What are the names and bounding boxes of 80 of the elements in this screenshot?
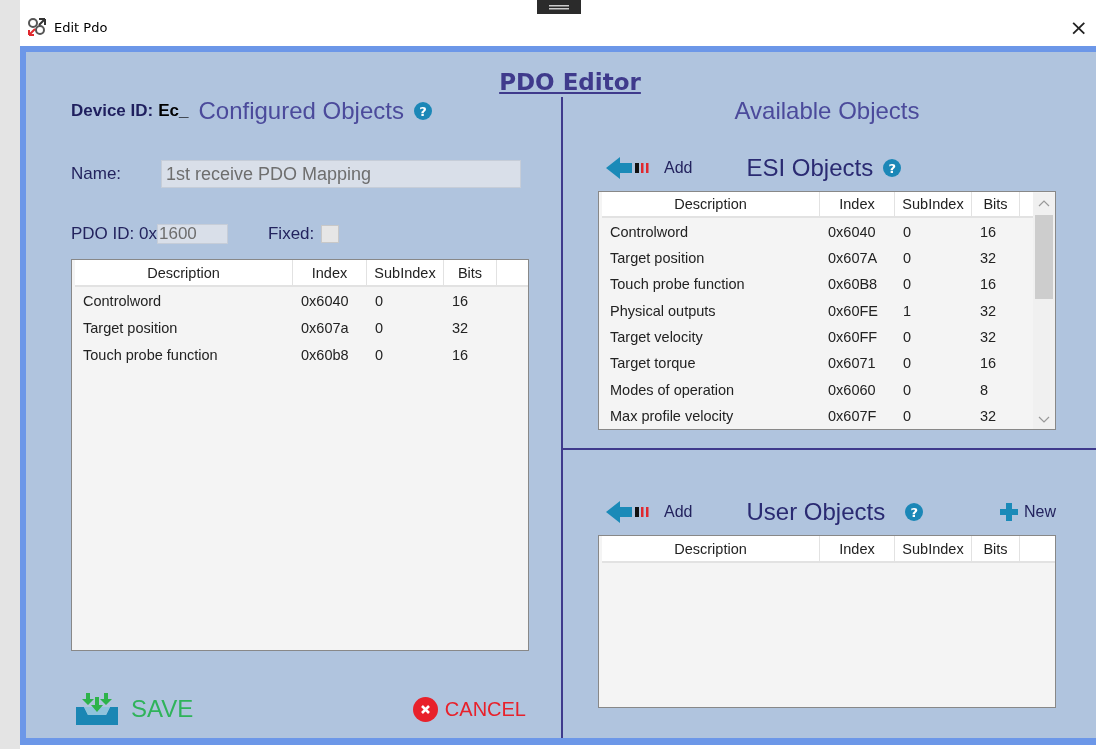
table-cell-text: Touch probe function [82,346,219,363]
table-cell-text: 32 [979,407,998,424]
table-cell-text: 0 [902,249,913,266]
device-id-label: Device ID: [71,101,154,121]
table-cell-text: Max profile velocity [609,407,735,424]
table-cell-text: Controlword [82,292,163,309]
field-label: PDO ID: 0x [71,224,157,244]
add-button[interactable]: Add [606,501,693,523]
column-header[interactable]: SubIndex [367,260,444,285]
column-header[interactable]: Index [820,192,895,217]
column-header[interactable]: SubIndex [895,192,972,217]
help-icon[interactable]: ? [413,102,432,120]
table-cell-text: 32 [451,319,470,336]
table-cell-text: 32 [979,302,998,319]
section-title: ESI Objects [746,154,874,182]
help-icon[interactable]: ? [905,503,924,521]
table-cell-text: Target position [82,319,179,336]
table-cell-text: 0 [374,319,385,336]
table-cell-text: 32 [979,249,998,266]
table-cell-text: 32 [979,328,998,345]
section-title: Configured Objects [198,97,404,125]
column-header[interactable]: Bits [444,260,497,285]
help-icon[interactable]: ? [883,159,902,177]
table-cell-text: 16 [979,276,998,293]
table-cell-text: 0x60B8 [827,276,879,293]
table-cell-text: 0x607F [827,407,878,424]
table-cell-text: 1 [902,302,913,319]
table-cell-text: Modes of operation [609,381,736,398]
column-header[interactable]: Bits [972,192,1020,217]
column-header[interactable]: Description [75,260,293,285]
device-id: Ec_ [158,101,189,121]
new-button[interactable]: New [1000,503,1056,521]
add-button[interactable]: Add [606,157,693,179]
editor-heading: PDO Editor [499,69,641,97]
table-cell-text: 0 [902,276,913,293]
table-cell-text: 0 [902,328,913,345]
table-cell-text: 0 [902,223,913,240]
column-header[interactable]: Index [293,260,367,285]
table-cell-text: Physical outputs [609,302,717,319]
plus-icon [1000,503,1018,521]
close-button[interactable]: × [1063,14,1094,40]
table-cell-text: 0 [374,292,385,309]
fixed-checkbox[interactable] [321,225,340,243]
column-header[interactable]: Index [820,536,895,561]
table-cell-text: Target position [609,249,706,266]
table-cell-text: Target torque [609,355,697,372]
cancel-icon [412,696,438,722]
table-cell-text: Target velocity [609,328,704,345]
field-label: Name: [71,164,123,184]
table-cell-text: 0x60FF [827,328,879,345]
table-cell-text: 16 [451,346,470,363]
table-cell-text: 0x6071 [827,355,877,372]
field-label: Fixed: [267,224,315,244]
table-cell-text: 0x607a [300,319,350,336]
table-cell-text: 16 [979,355,998,372]
app-icon [27,17,47,37]
table-cell-text: 0x6040 [300,292,350,309]
window-title: Edit Pdo [54,19,109,35]
tray-icon [76,693,118,725]
table-cell-text: 0x607A [827,249,879,266]
table-cell-text: Touch probe function [609,276,746,293]
grip-icon [537,0,581,14]
table-cell-text: 16 [979,223,998,240]
section-title: User Objects [746,498,886,526]
table-cell-text: 0x60b8 [300,346,350,363]
table-cell-text: 0 [902,355,913,372]
table-cell-text: 0 [902,407,913,424]
table-cell-text: 0x60FE [827,302,879,319]
column-header[interactable]: SubIndex [895,536,972,561]
table-cell-text: 0x6060 [827,381,877,398]
column-header[interactable]: Description [602,536,820,561]
table-cell-text: Controlword [609,223,690,240]
column-header[interactable]: Bits [972,536,1020,561]
section-title: Available Objects [733,97,921,125]
table-cell-text: 0x6040 [827,223,877,240]
column-header[interactable]: Description [602,192,820,217]
table-cell-text: 8 [979,381,990,398]
table-cell-text: 0 [374,346,385,363]
table-cell-text: 16 [451,292,470,309]
table-cell-text: 0 [902,381,913,398]
